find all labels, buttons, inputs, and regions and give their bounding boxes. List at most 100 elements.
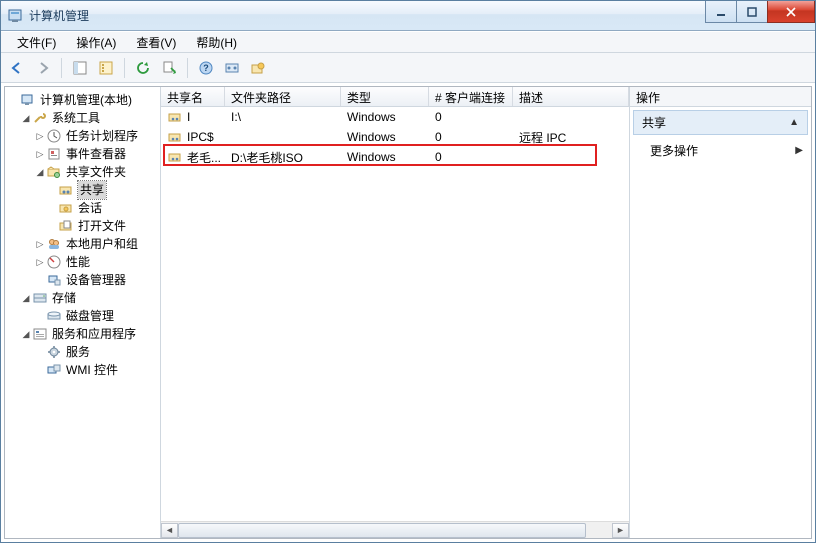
- scroll-right-button[interactable]: ►: [612, 523, 629, 538]
- wmi-icon: [46, 362, 62, 378]
- menu-help[interactable]: 帮助(H): [186, 32, 247, 53]
- actions-more-label: 更多操作: [650, 142, 698, 159]
- tree-event-viewer[interactable]: ▷ 事件查看器: [9, 145, 160, 163]
- tree-label: 服务和应用程序: [52, 325, 136, 343]
- performance-icon: [46, 254, 62, 270]
- minimize-button[interactable]: [705, 1, 737, 23]
- window-frame: 计算机管理 文件(F) 操作(A) 查看(V) 帮助(H): [0, 0, 816, 543]
- help-button[interactable]: ?: [194, 56, 218, 80]
- export-list-button[interactable]: [157, 56, 181, 80]
- chevron-up-icon: ▲: [789, 117, 799, 128]
- cell-type: Windows: [341, 110, 429, 124]
- tree-label: 系统工具: [52, 109, 100, 127]
- toolbar-separator: [61, 58, 62, 78]
- collapse-icon[interactable]: ◢: [21, 289, 31, 307]
- forward-button[interactable]: [31, 56, 55, 80]
- tree-device-manager[interactable]: 设备管理器: [9, 271, 160, 289]
- expand-icon[interactable]: ▷: [35, 145, 45, 163]
- scrollbar-track[interactable]: [178, 523, 612, 538]
- column-header-path[interactable]: 文件夹路径: [225, 87, 341, 106]
- app-icon: [7, 8, 23, 24]
- tree-label: WMI 控件: [66, 361, 118, 379]
- tree-system-tools[interactable]: ◢ 系统工具: [9, 109, 160, 127]
- tree-label: 存储: [52, 289, 76, 307]
- tree-services[interactable]: 服务: [9, 343, 160, 361]
- tree-performance[interactable]: ▷ 性能: [9, 253, 160, 271]
- tree-local-users[interactable]: ▷ 本地用户和组: [9, 235, 160, 253]
- close-button[interactable]: [767, 1, 815, 23]
- tools-icon: [32, 110, 48, 126]
- new-session-button[interactable]: [246, 56, 270, 80]
- tree-root[interactable]: 计算机管理(本地): [9, 91, 160, 109]
- column-header-name[interactable]: 共享名: [161, 87, 225, 106]
- tree-label: 设备管理器: [66, 271, 126, 289]
- refresh-button[interactable]: [131, 56, 155, 80]
- new-share-button[interactable]: [220, 56, 244, 80]
- actions-more[interactable]: 更多操作 ▶: [630, 138, 811, 163]
- tree-disk-management[interactable]: 磁盘管理: [9, 307, 160, 325]
- tree-label: 性能: [66, 253, 90, 271]
- column-header-clients[interactable]: # 客户端连接: [429, 87, 513, 106]
- table-row[interactable]: 老毛... D:\老毛桃ISO Windows 0: [161, 147, 629, 167]
- share-icon: [167, 109, 183, 125]
- shared-folder-icon: [46, 164, 62, 180]
- actions-pane: 操作 共享 ▲ 更多操作 ▶: [630, 87, 811, 538]
- collapse-icon[interactable]: ◢: [21, 325, 31, 343]
- show-hide-tree-button[interactable]: [68, 56, 92, 80]
- tree-sessions[interactable]: 会话: [9, 199, 160, 217]
- main-area: 计算机管理(本地) ◢ 系统工具 ▷ 任务计划程序 ▷: [4, 86, 812, 539]
- scroll-left-button[interactable]: ◄: [161, 523, 178, 538]
- expand-icon[interactable]: ▷: [35, 127, 45, 145]
- disk-icon: [46, 308, 62, 324]
- tree-open-files[interactable]: 打开文件: [9, 217, 160, 235]
- share-icon: [167, 129, 183, 145]
- back-button[interactable]: [5, 56, 29, 80]
- menu-view[interactable]: 查看(V): [126, 32, 186, 53]
- tree-services-apps[interactable]: ◢ 服务和应用程序: [9, 325, 160, 343]
- chevron-right-icon: ▶: [795, 145, 803, 156]
- tree-label: 打开文件: [78, 217, 126, 235]
- menu-action[interactable]: 操作(A): [66, 32, 126, 53]
- toolbar: ?: [1, 53, 815, 83]
- menubar: 文件(F) 操作(A) 查看(V) 帮助(H): [1, 31, 815, 53]
- cell-name: I: [187, 110, 190, 124]
- share-icon: [58, 182, 74, 198]
- tree-shared-folders[interactable]: ◢ 共享文件夹: [9, 163, 160, 181]
- sessions-icon: [58, 200, 74, 216]
- cell-name: IPC$: [187, 130, 214, 144]
- list-body[interactable]: I I:\ Windows 0 IPC$ Windows: [161, 107, 629, 521]
- cell-type: Windows: [341, 150, 429, 164]
- tree-label: 任务计划程序: [66, 127, 138, 145]
- column-header-desc[interactable]: 描述: [513, 87, 629, 106]
- table-row[interactable]: IPC$ Windows 0 远程 IPC: [161, 127, 629, 147]
- tree-pane[interactable]: 计算机管理(本地) ◢ 系统工具 ▷ 任务计划程序 ▷: [5, 87, 161, 538]
- clock-icon: [46, 128, 62, 144]
- svg-text:?: ?: [203, 63, 209, 73]
- actions-header: 操作: [630, 87, 811, 107]
- tree-task-scheduler[interactable]: ▷ 任务计划程序: [9, 127, 160, 145]
- collapse-icon[interactable]: ◢: [35, 163, 45, 181]
- scrollbar-thumb[interactable]: [178, 523, 586, 538]
- open-files-icon: [58, 218, 74, 234]
- computer-icon: [20, 92, 36, 108]
- tree-label: 服务: [66, 343, 90, 361]
- collapse-icon[interactable]: ◢: [21, 109, 31, 127]
- menu-file[interactable]: 文件(F): [7, 32, 66, 53]
- toolbar-separator: [187, 58, 188, 78]
- column-header-type[interactable]: 类型: [341, 87, 429, 106]
- tree-shares[interactable]: 共享: [9, 181, 160, 199]
- toolbar-separator: [124, 58, 125, 78]
- table-row[interactable]: I I:\ Windows 0: [161, 107, 629, 127]
- maximize-button[interactable]: [736, 1, 768, 23]
- tree-label: 事件查看器: [66, 145, 126, 163]
- actions-section[interactable]: 共享 ▲: [633, 110, 808, 135]
- cell-clients: 0: [429, 150, 513, 164]
- properties-button[interactable]: [94, 56, 118, 80]
- expand-icon[interactable]: ▷: [35, 253, 45, 271]
- expand-icon[interactable]: ▷: [35, 235, 45, 253]
- tree-wmi-control[interactable]: WMI 控件: [9, 361, 160, 379]
- tree-storage[interactable]: ◢ 存储: [9, 289, 160, 307]
- tree-label: 本地用户和组: [66, 235, 138, 253]
- horizontal-scrollbar[interactable]: ◄ ►: [161, 521, 629, 538]
- window-controls: [706, 1, 815, 23]
